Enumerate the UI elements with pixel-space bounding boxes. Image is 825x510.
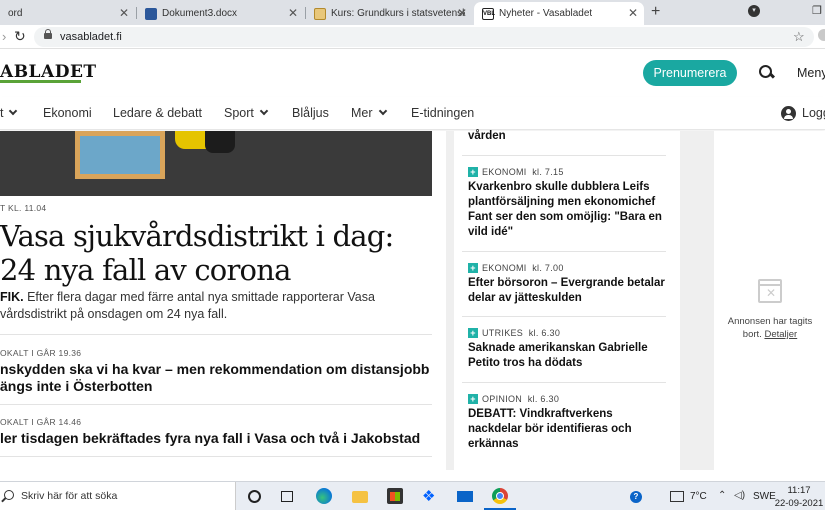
task-view-icon[interactable] (281, 491, 293, 502)
close-icon[interactable]: ✕ (628, 6, 638, 20)
chevron-down-icon (259, 106, 269, 116)
ad-details-link[interactable]: Detaljer (764, 329, 797, 340)
main-headline[interactable]: Vasa sjukvårdsdistrikt i dag: 24 nya fal… (0, 219, 440, 287)
nav-item-e-tidningen[interactable]: E-tidningen (411, 106, 474, 120)
site-header: ABLADET Prenumerera Meny (0, 49, 825, 97)
user-icon[interactable] (781, 106, 796, 121)
sidebar-news-item[interactable]: + UTRIKES kl. 6.30 Saknade amerikanskan G… (468, 328, 668, 371)
article-headline[interactable]: ler tisdagen bekräftades fyra nya fall i… (0, 430, 420, 447)
column-gutter (680, 131, 714, 470)
chrome-icon[interactable] (492, 488, 508, 504)
divider (462, 155, 666, 156)
plus-icon: + (468, 394, 478, 404)
sidebar-news-item[interactable]: + EKONOMI kl. 7.15 Kvarkenbro skulle dubb… (468, 167, 668, 240)
tab-search-icon[interactable]: ▾ (748, 5, 760, 17)
article-kicker: OKALT I GÅR 19.36 (0, 348, 82, 358)
chevron-up-icon[interactable]: ⌃ (718, 490, 726, 501)
divider (462, 251, 666, 252)
divider (0, 404, 432, 405)
ad-removed-notice: Annonsen har tagits bort. Detaljer (727, 316, 813, 340)
url-text: vasabladet.fi (60, 31, 122, 43)
browser-tabstrip: ord ✕ Dokument3.docx ✕ Kurs: Grundkurs i… (0, 0, 825, 25)
window-restore-icon[interactable]: ❐ (812, 4, 822, 17)
sidebar-headline-fragment[interactable]: vården (468, 130, 506, 142)
bookmark-star-icon[interactable]: ☆ (793, 29, 805, 45)
close-icon[interactable]: ✕ (457, 6, 467, 20)
speaker-icon[interactable]: ◁) (734, 490, 745, 501)
nav-item-local[interactable]: t (0, 106, 18, 120)
tab-vasabladet[interactable]: VBL Nyheter - Vasabladet ✕ (474, 2, 644, 25)
article-hero-image[interactable] (0, 131, 432, 196)
sidebar-news-item[interactable]: + OPINION kl. 6.30 DEBATT: Vindkraftverke… (468, 394, 668, 452)
tab-word-document[interactable]: Dokument3.docx ✕ (137, 2, 304, 25)
close-icon[interactable]: ✕ (119, 6, 129, 20)
divider (0, 334, 432, 335)
dropbox-icon[interactable]: ❖ (422, 487, 438, 505)
help-icon[interactable]: ? (630, 491, 642, 503)
search-icon (4, 490, 14, 500)
nav-item-sport[interactable]: Sport (224, 106, 269, 120)
article-lead: FIK. Efter flera dagar med färre antal n… (0, 290, 375, 321)
logo-underline (0, 80, 81, 83)
mail-icon[interactable] (457, 491, 473, 502)
language-indicator[interactable]: SWE (753, 491, 776, 502)
hero-image-detail (75, 131, 165, 179)
tab-document[interactable]: ord ✕ (0, 2, 135, 25)
divider (462, 382, 666, 383)
plus-icon: + (468, 263, 478, 273)
new-tab-button[interactable]: + (651, 3, 660, 21)
article-kicker: T KL. 11.04 (0, 203, 47, 213)
reload-icon[interactable]: ↻ (14, 28, 26, 45)
subscribe-button[interactable]: Prenumerera (643, 60, 737, 86)
nav-item-ekonomi[interactable]: Ekonomi (43, 106, 92, 120)
nav-item-ledare-debatt[interactable]: Ledare & debatt (113, 106, 202, 120)
chevron-down-icon (9, 106, 18, 116)
plus-icon: + (468, 328, 478, 338)
tab-course[interactable]: Kurs: Grundkurs i statsvetenskap ✕ (306, 2, 473, 25)
site-logo[interactable]: ABLADET (0, 62, 97, 82)
nav-item-blaljus[interactable]: Blåljus (292, 106, 329, 120)
browser-toolbar: › ↻ vasabladet.fi ☆ (0, 25, 825, 49)
hero-image-detail (205, 131, 235, 153)
column-gutter (446, 131, 454, 470)
course-icon (314, 7, 326, 20)
plus-icon: + (468, 167, 478, 177)
article-kicker: OKALT I GÅR 14.46 (0, 417, 82, 427)
weather-icon[interactable] (670, 491, 684, 502)
taskbar-search-box[interactable]: Skriv här för att söka (0, 482, 236, 510)
edge-icon[interactable] (316, 488, 332, 504)
main-navigation: t Ekonomi Ledare & debatt Sport Blåljus … (0, 97, 825, 130)
menu-button[interactable]: Meny (797, 66, 825, 80)
divider (462, 316, 666, 317)
removed-ad-icon: ✕ (758, 279, 782, 303)
temperature-text[interactable]: 7°C (690, 491, 707, 502)
profile-avatar[interactable] (818, 29, 825, 41)
forward-icon[interactable]: › (2, 29, 6, 44)
address-bar[interactable]: vasabladet.fi ☆ (34, 27, 814, 47)
taskbar-clock[interactable]: 11:17 22-09-2021 (774, 484, 824, 510)
windows-taskbar: Skriv här för att söka ❖ ? 7°C ⌃ ◁) SWE … (0, 481, 825, 510)
search-icon[interactable] (759, 65, 773, 79)
word-icon (145, 7, 157, 20)
sidebar-news-item[interactable]: + EKONOMI kl. 7.00 Efter börsoron – Everg… (468, 263, 668, 306)
article-headline[interactable]: nskydden ska vi ha kvar – men rekommenda… (0, 361, 429, 395)
vbl-icon: VBL (482, 7, 495, 20)
file-explorer-icon[interactable] (352, 491, 368, 503)
cortana-icon[interactable] (248, 490, 261, 503)
close-icon[interactable]: ✕ (288, 6, 298, 20)
lock-icon (44, 29, 52, 41)
chevron-down-icon (378, 106, 387, 116)
login-button[interactable]: Logg (802, 106, 825, 120)
divider (0, 456, 432, 457)
store-icon[interactable] (387, 488, 403, 504)
nav-item-mer[interactable]: Mer (351, 106, 387, 120)
